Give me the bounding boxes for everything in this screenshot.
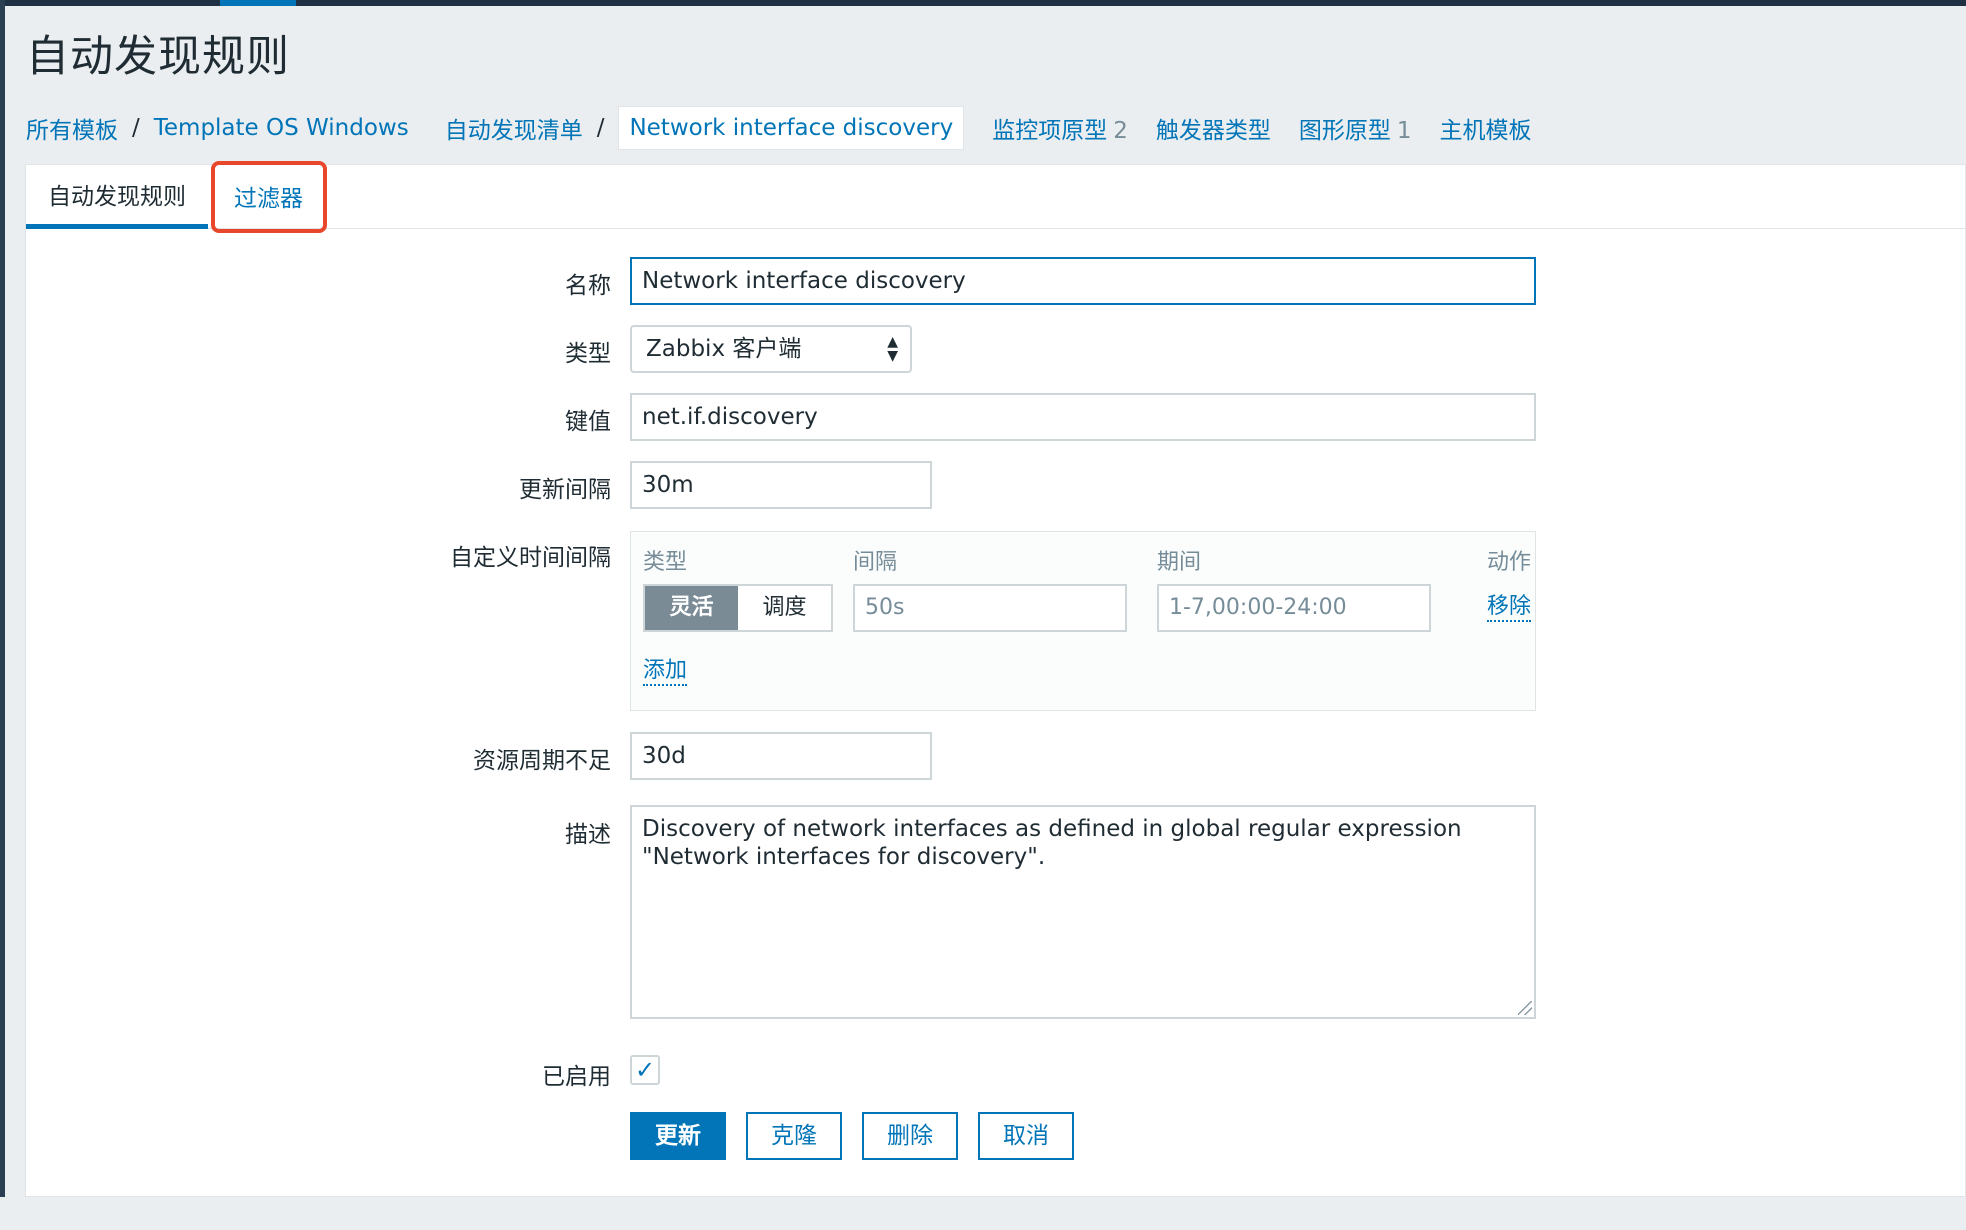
custom-period-field[interactable]: 1-7,00:00-24:00	[1157, 584, 1431, 632]
key-field[interactable]: net.if.discovery	[630, 393, 1536, 441]
cancel-button[interactable]: 取消	[978, 1112, 1074, 1160]
custom-interval-table: 类型 间隔 期间 动作 灵活 调度 50s 1-7,00:00-24:00 移除…	[630, 531, 1536, 711]
enabled-checkbox[interactable]: ✓	[630, 1055, 660, 1085]
nav-item-count: 2	[1113, 118, 1128, 144]
nav-item-count: 1	[1396, 118, 1412, 144]
top-bar-accent	[220, 0, 296, 6]
description-field[interactable]: Discovery of network interfaces as defin…	[630, 805, 1536, 1019]
add-link[interactable]: 添加	[643, 658, 688, 686]
tab-filter[interactable]: 过滤器	[212, 179, 325, 223]
enabled-label: 已启用	[542, 1064, 611, 1090]
interval-label: 更新间隔	[519, 477, 611, 503]
nav-item-label: 主机模板	[1439, 118, 1532, 144]
check-icon: ✓	[634, 1056, 656, 1084]
resize-grip-icon[interactable]	[1518, 1001, 1532, 1015]
key-label: 键值	[565, 409, 611, 435]
col-action-header: 动作	[1487, 550, 1532, 575]
custom-interval-label: 自定义时间间隔	[450, 545, 611, 571]
flexible-option[interactable]: 灵活	[645, 586, 738, 630]
lifetime-field[interactable]: 30d	[630, 732, 932, 780]
nav-trigger-types[interactable]: 触发器类型	[1156, 111, 1271, 145]
nav-item-label: 监控项原型	[992, 118, 1108, 144]
description-label: 描述	[565, 822, 611, 848]
bottom-band	[0, 1197, 1966, 1230]
select-arrows-icon: ▲ ▼	[887, 334, 898, 364]
tab-bar: 自动发现规则 过滤器	[26, 165, 1965, 229]
breadcrumb-separator: /	[132, 115, 140, 141]
update-button[interactable]: 更新	[630, 1112, 726, 1160]
breadcrumb-discovery-list[interactable]: 自动发现清单	[445, 111, 583, 145]
description-text: Discovery of network interfaces as defin…	[642, 816, 1462, 870]
clone-button[interactable]: 克隆	[746, 1112, 842, 1160]
custom-interval-field[interactable]: 50s	[853, 584, 1127, 632]
nav-item-label: 触发器类型	[1155, 118, 1271, 144]
type-label: 类型	[565, 341, 611, 367]
interval-type-toggle: 灵活 调度	[643, 584, 833, 632]
nav-graph-prototypes[interactable]: 图形原型 1	[1299, 111, 1412, 145]
name-field[interactable]: Network interface discovery	[630, 257, 1536, 305]
breadcrumb-separator: /	[596, 115, 605, 141]
interval-field[interactable]: 30m	[630, 461, 932, 509]
name-label: 名称	[565, 273, 611, 299]
lifetime-label: 资源周期不足	[473, 748, 611, 774]
tab-discovery-rule[interactable]: 自动发现规则	[26, 165, 208, 229]
col-period-header: 期间	[1157, 550, 1202, 575]
page-title: 自动发现规则	[26, 32, 290, 82]
col-type-header: 类型	[643, 550, 688, 575]
form-panel: 自动发现规则 过滤器 名称 Network interface discover…	[25, 164, 1966, 1197]
type-select-value: Zabbix 客户端	[646, 336, 802, 362]
left-edge	[0, 0, 5, 1230]
scheduling-option[interactable]: 调度	[738, 586, 831, 630]
breadcrumb: 所有模板 / Template OS Windows 自动发现清单 / Netw…	[26, 106, 1532, 150]
nav-item-label: 图形原型	[1298, 118, 1391, 144]
breadcrumb-template[interactable]: Template OS Windows	[154, 115, 409, 141]
col-interval-header: 间隔	[853, 550, 898, 575]
breadcrumb-all-templates[interactable]: 所有模板	[26, 111, 118, 145]
nav-item-prototypes[interactable]: 监控项原型 2	[992, 111, 1128, 145]
remove-link[interactable]: 移除	[1487, 594, 1532, 622]
nav-host-templates[interactable]: 主机模板	[1440, 111, 1532, 145]
breadcrumb-current[interactable]: Network interface discovery	[618, 106, 965, 150]
delete-button[interactable]: 删除	[862, 1112, 958, 1160]
type-select[interactable]: Zabbix 客户端 ▲ ▼	[630, 325, 912, 373]
